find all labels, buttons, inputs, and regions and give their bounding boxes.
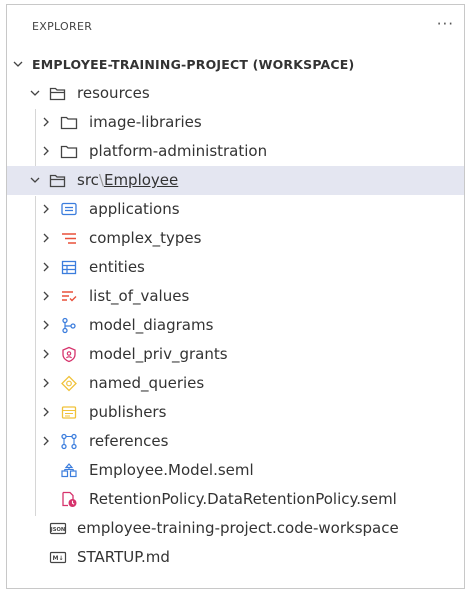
folder-entities[interactable]: entities [7, 253, 464, 282]
complex-types-icon [62, 233, 76, 244]
folder-label: image-libraries [89, 113, 202, 131]
folder-references[interactable]: references [7, 427, 464, 456]
references-icon [61, 433, 77, 450]
file-label: employee-training-project.code-workspace [77, 519, 399, 537]
named-queries-icon [61, 375, 77, 392]
markdown-file-icon: M↓ [49, 551, 67, 564]
chevron-right-icon [43, 233, 49, 243]
chevron-right-icon [43, 146, 49, 156]
chevron-down-icon [30, 90, 40, 96]
folder-label: named_queries [89, 374, 205, 392]
chevron-right-icon [43, 117, 49, 127]
retention-policy-icon [62, 491, 77, 507]
model-file-icon [61, 463, 77, 478]
chevron-right-icon [43, 349, 49, 359]
compact-folder-path: src\Employee [77, 171, 178, 189]
workspace-root[interactable]: EMPLOYEE-TRAINING-PROJECT (WORKSPACE) [7, 50, 464, 79]
folder-src-employee[interactable]: src\Employee [7, 166, 464, 195]
file-code-workspace[interactable]: JSON employee-training-project.code-work… [7, 514, 464, 543]
folder-label: platform-administration [89, 142, 268, 160]
folder-label: model_priv_grants [89, 345, 228, 363]
file-employee-model[interactable]: Employee.Model.seml [7, 456, 464, 485]
file-retention-policy[interactable]: RetentionPolicy.DataRetentionPolicy.seml [7, 485, 464, 514]
folder-complex-types[interactable]: complex_types [7, 224, 464, 253]
folder-image-libraries[interactable]: image-libraries [7, 108, 464, 137]
folder-publishers[interactable]: publishers [7, 398, 464, 427]
folder-platform-administration[interactable]: platform-administration [7, 137, 464, 166]
chevron-down-icon [30, 177, 40, 183]
folder-named-queries[interactable]: named_queries [7, 369, 464, 398]
explorer-title: EXPLORER [32, 20, 93, 33]
chevron-right-icon [43, 378, 49, 388]
explorer-header: EXPLORER ··· [7, 5, 464, 43]
folder-open-icon [49, 87, 66, 101]
folder-open-icon [49, 174, 66, 188]
folder-applications[interactable]: applications [7, 195, 464, 224]
chevron-right-icon [43, 204, 49, 214]
applications-icon [61, 202, 77, 216]
file-label: RetentionPolicy.DataRetentionPolicy.seml [89, 490, 397, 508]
folder-list-of-values[interactable]: list_of_values [7, 282, 464, 311]
folder-label: publishers [89, 403, 167, 421]
folder-label: applications [89, 200, 180, 218]
folder-icon [60, 145, 78, 159]
folder-label: resources [77, 84, 150, 102]
json-file-icon: JSON [50, 522, 67, 535]
file-label: STARTUP.md [77, 548, 170, 566]
ellipsis-icon[interactable]: ··· [437, 15, 454, 33]
folder-label: complex_types [89, 229, 202, 247]
folder-label: list_of_values [89, 287, 190, 305]
entities-icon [61, 260, 77, 275]
folder-icon [60, 116, 78, 130]
chevron-down-icon [13, 61, 23, 67]
path-segment-employee[interactable]: Employee [104, 171, 178, 189]
file-startup-md[interactable]: M↓ STARTUP.md [7, 543, 464, 572]
chevron-right-icon [43, 436, 49, 446]
list-of-values-icon [62, 291, 77, 302]
svg-text:M↓: M↓ [53, 555, 64, 562]
publishers-icon [61, 406, 77, 419]
model-diagrams-icon [62, 317, 76, 334]
folder-label: entities [89, 258, 145, 276]
workspace-label: EMPLOYEE-TRAINING-PROJECT (WORKSPACE) [32, 57, 355, 72]
chevron-right-icon [43, 291, 49, 301]
folder-model-diagrams[interactable]: model_diagrams [7, 311, 464, 340]
explorer-panel: EXPLORER ··· EMPLOYEE-TRAINING-PROJECT (… [6, 4, 465, 589]
folder-resources[interactable]: resources [7, 79, 464, 108]
shield-icon [62, 346, 76, 363]
folder-label: model_diagrams [89, 316, 214, 334]
chevron-right-icon [43, 262, 49, 272]
file-label: Employee.Model.seml [89, 461, 254, 479]
chevron-right-icon [43, 407, 49, 417]
svg-text:JSON: JSON [50, 527, 65, 533]
chevron-right-icon [43, 320, 49, 330]
folder-model-priv-grants[interactable]: model_priv_grants [7, 340, 464, 369]
path-segment-src[interactable]: src [77, 171, 99, 189]
folder-label: references [89, 432, 169, 450]
